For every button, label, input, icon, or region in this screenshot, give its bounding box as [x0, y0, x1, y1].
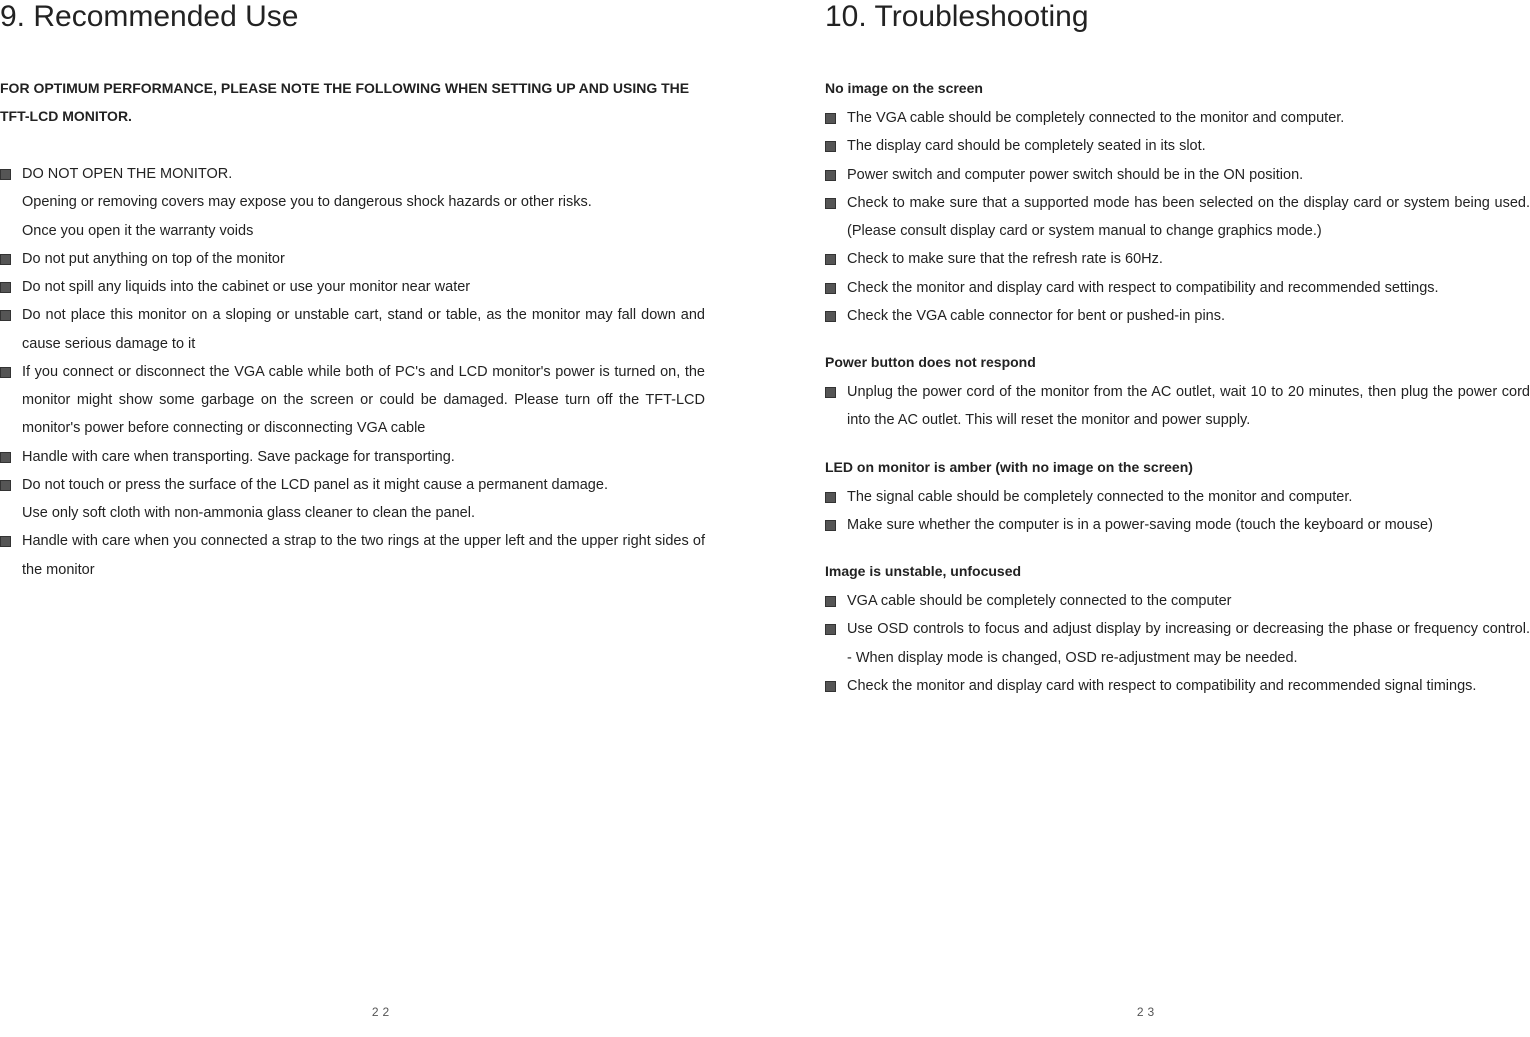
left-heading: 9. Recommended Use: [0, 0, 705, 34]
left-page: 9. Recommended Use FOR OPTIMUM PERFORMAN…: [0, 0, 765, 1037]
right-page: 10. Troubleshooting No image on the scre…: [765, 0, 1530, 1037]
list-item: The signal cable should be completely co…: [825, 483, 1530, 511]
list-item: Do not put anything on top of the monito…: [0, 245, 705, 273]
list-item-cont: Once you open it the warranty voids: [0, 217, 705, 245]
list-item: DO NOT OPEN THE MONITOR.: [0, 160, 705, 188]
list-item: Handle with care when transporting. Save…: [0, 443, 705, 471]
list-item-cont: Opening or removing covers may expose yo…: [0, 188, 705, 216]
left-intro: FOR OPTIMUM PERFORMANCE, PLEASE NOTE THE…: [0, 74, 705, 130]
section-title: Image is unstable, unfocused: [825, 557, 1530, 585]
section-list: Unplug the power cord of the monitor fro…: [825, 378, 1530, 435]
section-title: Power button does not respond: [825, 348, 1530, 376]
left-bullet-list: Do not put anything on top of the monito…: [0, 245, 705, 499]
left-page-number: 22: [372, 1005, 393, 1019]
list-item: Check to make sure that a supported mode…: [825, 189, 1530, 246]
list-item: Check the monitor and display card with …: [825, 274, 1530, 302]
list-item: Do not spill any liquids into the cabine…: [0, 273, 705, 301]
left-bullet-list: Handle with care when you connected a st…: [0, 527, 705, 584]
list-item: Power switch and computer power switch s…: [825, 161, 1530, 189]
section-list: The VGA cable should be completely conne…: [825, 104, 1530, 330]
section-title: No image on the screen: [825, 74, 1530, 102]
list-item: Handle with care when you connected a st…: [0, 527, 705, 584]
list-item: The display card should be completely se…: [825, 132, 1530, 160]
list-item: Do not touch or press the surface of the…: [0, 471, 705, 499]
section-list: The signal cable should be completely co…: [825, 483, 1530, 540]
list-item: The VGA cable should be completely conne…: [825, 104, 1530, 132]
list-item-cont: Use only soft cloth with non-ammonia gla…: [0, 499, 705, 527]
section-list: VGA cable should be completely connected…: [825, 587, 1530, 700]
section-title: LED on monitor is amber (with no image o…: [825, 453, 1530, 481]
list-item: Check the monitor and display card with …: [825, 672, 1530, 700]
list-item: Do not place this monitor on a sloping o…: [0, 301, 705, 358]
list-item: Unplug the power cord of the monitor fro…: [825, 378, 1530, 435]
left-bullet-list: DO NOT OPEN THE MONITOR.: [0, 160, 705, 188]
list-item: If you connect or disconnect the VGA cab…: [0, 358, 705, 443]
right-heading: 10. Troubleshooting: [825, 0, 1530, 34]
list-item: VGA cable should be completely connected…: [825, 587, 1530, 615]
list-item: Check to make sure that the refresh rate…: [825, 245, 1530, 273]
list-item: Use OSD controls to focus and adjust dis…: [825, 615, 1530, 672]
list-item: Make sure whether the computer is in a p…: [825, 511, 1530, 539]
right-page-number: 23: [1137, 1005, 1158, 1019]
list-item: Check the VGA cable connector for bent o…: [825, 302, 1530, 330]
